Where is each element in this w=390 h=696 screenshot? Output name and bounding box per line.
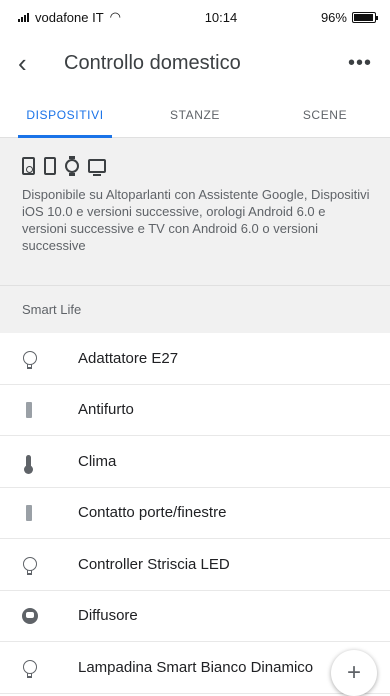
list-item-adattatore-e27[interactable]: Adattatore E27 xyxy=(0,333,390,385)
list-item-controller-striscia-led[interactable]: Controller Striscia LED xyxy=(0,539,390,591)
tab-scene[interactable]: SCENE xyxy=(260,92,390,137)
more-options-icon[interactable]: ••• xyxy=(348,52,372,75)
speaker-icon xyxy=(22,157,35,175)
list-item-label: Controller Striscia LED xyxy=(78,555,230,573)
list-item-label: Contatto porte/finestre xyxy=(78,504,227,522)
wifi-icon: ◠ xyxy=(109,9,121,24)
signal-icon xyxy=(18,12,29,22)
tab-dispositivi[interactable]: DISPOSITIVI xyxy=(0,92,130,138)
list-item-label: Clima xyxy=(78,452,117,470)
availability-panel: Disponibile su Altoparlanti con Assisten… xyxy=(0,138,390,285)
availability-text: Disponibile su Altoparlanti con Assisten… xyxy=(22,187,370,253)
sensor-icon xyxy=(26,504,32,521)
tv-icon xyxy=(88,159,106,176)
status-bar: vodafone IT ◠ 10:14 96% xyxy=(0,0,390,34)
app-bar: ‹ Controllo domestico ••• xyxy=(0,34,390,92)
list-item-label: Antifurto xyxy=(78,401,134,419)
list-item-label: Lampadina Smart Bianco Dinamico xyxy=(78,658,314,676)
list-item-antifurto[interactable]: Antifurto xyxy=(0,385,390,436)
bulb-icon xyxy=(23,557,37,576)
list-item-label: Adattatore E27 xyxy=(78,349,179,367)
list-item-clima[interactable]: Clima xyxy=(0,436,390,488)
add-device-button[interactable]: + xyxy=(331,650,377,696)
status-right: 96% xyxy=(320,9,378,25)
phone-icon xyxy=(44,157,56,175)
tab-stanze[interactable]: STANZE xyxy=(130,92,260,137)
section-label: Smart Life xyxy=(22,302,82,317)
battery-icon xyxy=(351,11,378,23)
thermometer-icon xyxy=(24,454,33,474)
page-title: Controllo domestico xyxy=(64,51,241,74)
list-item-diffusore[interactable]: Diffusore xyxy=(0,591,390,642)
bulb-icon xyxy=(23,660,37,679)
sensor-icon xyxy=(26,401,32,418)
back-arrow-icon[interactable]: ‹ xyxy=(18,48,64,79)
device-list: Adattatore E27 Antifurto Clima Contatto … xyxy=(0,333,390,694)
tab-bar: DISPOSITIVI STANZE SCENE xyxy=(0,92,390,138)
watch-icon xyxy=(65,156,79,176)
list-item-contatto-porte-finestre[interactable]: Contatto porte/finestre xyxy=(0,488,390,539)
device-type-icons xyxy=(22,154,368,178)
status-time: 10:14 xyxy=(204,9,238,25)
diffuser-icon xyxy=(22,607,38,624)
list-item-label: Diffusore xyxy=(78,607,138,625)
battery-percent: 96% xyxy=(320,9,347,25)
status-left: vodafone IT ◠ xyxy=(18,9,121,25)
bulb-icon xyxy=(23,351,37,370)
carrier-label: vodafone IT xyxy=(35,9,104,25)
section-header-smart-life: Smart Life xyxy=(0,285,390,333)
